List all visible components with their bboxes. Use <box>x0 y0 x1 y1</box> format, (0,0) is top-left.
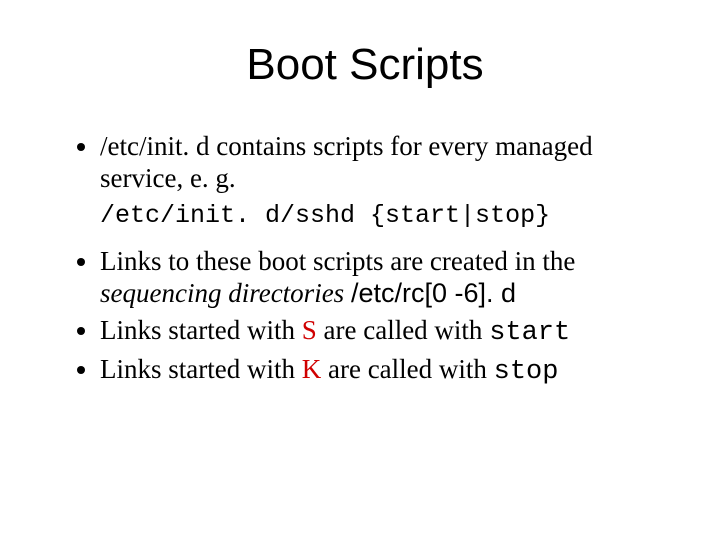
bullet-3-text-b: are called with <box>317 315 489 345</box>
bullet-2-sans: /etc/rc[0 -6]. d <box>351 278 516 308</box>
bullet-4-text-b: are called with <box>321 354 493 384</box>
bullet-3-code: start <box>489 318 570 348</box>
bullet-2: Links to these boot scripts are created … <box>100 245 670 310</box>
bullet-2-text-a: Links to these boot scripts are created … <box>100 246 575 276</box>
bullet-4-text-a: Links started with <box>100 354 302 384</box>
bullet-2-em: sequencing directories <box>100 278 351 308</box>
bullet-3-s: S <box>302 315 317 345</box>
bullet-4-code: stop <box>494 357 559 387</box>
slide-title: Boot Scripts <box>60 40 670 90</box>
bullet-1-code: /etc/init. d/sshd {start|stop} <box>100 201 670 231</box>
bullet-4: Links started with K are called with sto… <box>100 353 670 388</box>
bullet-4-k: K <box>302 354 322 384</box>
bullet-1: /etc/init. d contains scripts for every … <box>100 130 670 195</box>
bullet-list-cont: Links to these boot scripts are created … <box>60 245 670 389</box>
bullet-3: Links started with S are called with sta… <box>100 314 670 349</box>
slide: Boot Scripts /etc/init. d contains scrip… <box>0 0 720 540</box>
bullet-1-text: /etc/init. d contains scripts for every … <box>100 131 593 193</box>
bullet-3-text-a: Links started with <box>100 315 302 345</box>
bullet-list: /etc/init. d contains scripts for every … <box>60 130 670 195</box>
